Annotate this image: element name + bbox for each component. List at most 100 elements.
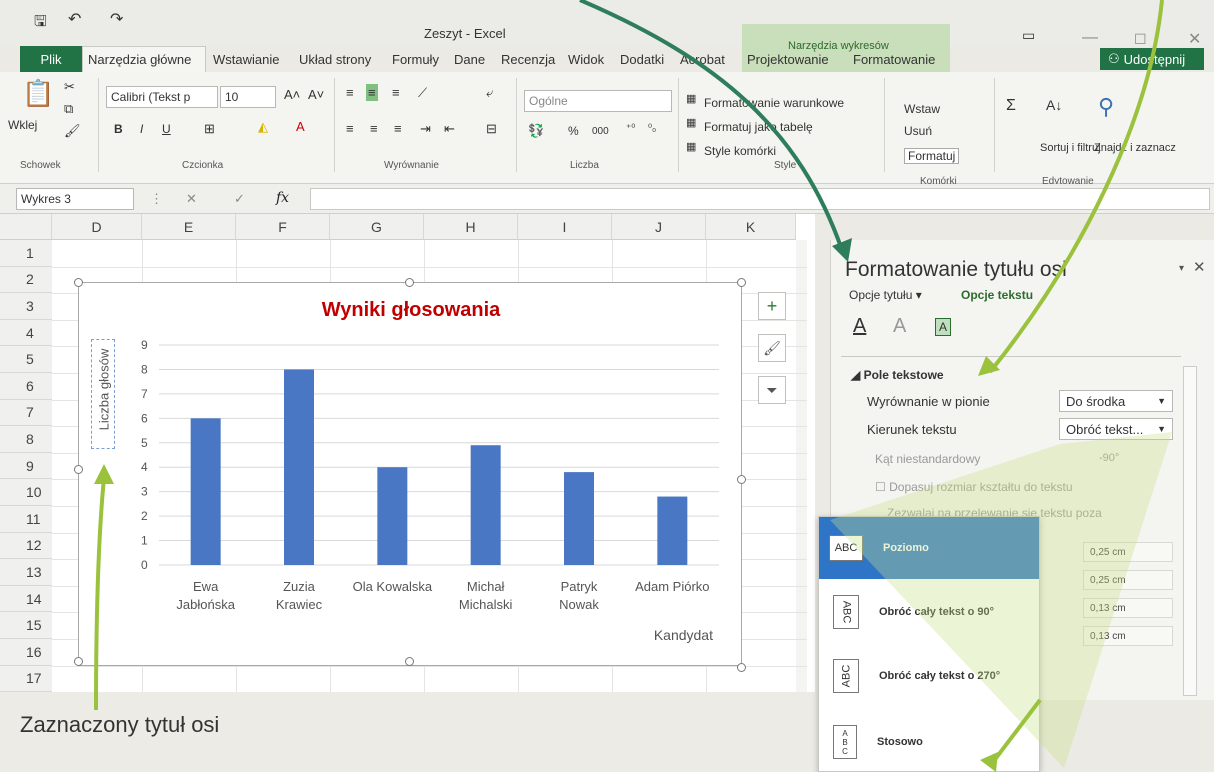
increase-font-icon[interactable]: A˄ bbox=[284, 88, 300, 101]
cancel-icon[interactable]: ✕ bbox=[186, 192, 197, 205]
delete-cells-button[interactable]: Usuń bbox=[904, 124, 932, 138]
pane-close-icon[interactable]: ✕ bbox=[1193, 260, 1206, 275]
row-header[interactable]: 2 bbox=[0, 266, 52, 294]
row-header[interactable]: 12 bbox=[0, 532, 52, 560]
confirm-icon[interactable]: ✓ bbox=[234, 192, 245, 205]
maximize-icon[interactable]: ☐ bbox=[1134, 32, 1147, 46]
section-textbox[interactable]: ◢ Pole tekstowe bbox=[851, 368, 944, 382]
margin-top-input[interactable]: 0,13 cm bbox=[1083, 598, 1173, 618]
row-header[interactable]: 9 bbox=[0, 452, 52, 480]
tab-design[interactable]: Projektowanie bbox=[742, 46, 834, 72]
text-direction-select[interactable]: Obróć tekst... ▼ bbox=[1059, 418, 1173, 440]
thousands-button[interactable]: 000 bbox=[592, 126, 609, 137]
column-header[interactable]: E bbox=[142, 214, 236, 240]
option-horizontal[interactable]: ABC Poziomo bbox=[819, 517, 1039, 579]
find-select-button[interactable]: Znajdź i zaznacz bbox=[1094, 142, 1176, 154]
column-header[interactable]: K bbox=[706, 214, 796, 240]
chart-styles-button[interactable]: 🖌 bbox=[758, 334, 786, 362]
column-header[interactable]: H bbox=[424, 214, 518, 240]
row-header[interactable]: 15 bbox=[0, 612, 52, 639]
autosum-icon[interactable]: Σ bbox=[1006, 98, 1016, 114]
margin-right-input[interactable]: 0,25 cm bbox=[1083, 570, 1173, 590]
paste-button[interactable]: Wklej bbox=[8, 118, 37, 132]
textbox-icon[interactable]: A bbox=[935, 318, 952, 336]
row-header[interactable]: 3 bbox=[0, 293, 52, 320]
borders-icon[interactable]: ⊞ bbox=[204, 122, 215, 135]
sort-filter-icon[interactable]: A↓ bbox=[1046, 98, 1062, 112]
custom-angle-value[interactable]: -90° bbox=[1099, 452, 1119, 464]
tab-addins[interactable]: Dodatki bbox=[615, 46, 669, 72]
bar[interactable] bbox=[470, 445, 501, 565]
align-right-icon[interactable]: ≡ bbox=[394, 122, 402, 135]
align-left-icon[interactable]: ≡ bbox=[346, 122, 354, 135]
percent-button[interactable]: % bbox=[568, 124, 579, 138]
option-rotate-90[interactable]: ABC Obróć cały tekst o 90° bbox=[819, 581, 1039, 643]
option-rotate-270[interactable]: ABC Obróć cały tekst o 270° bbox=[819, 645, 1039, 707]
column-header[interactable]: D bbox=[52, 214, 142, 240]
font-name-select[interactable]: Calibri (Tekst p bbox=[106, 86, 218, 108]
fill-color-icon[interactable]: ◭ bbox=[258, 120, 268, 133]
cell-styles-button[interactable]: Style komórki bbox=[704, 144, 776, 158]
vertical-scrollbar[interactable] bbox=[796, 240, 807, 692]
tab-file[interactable]: Plik bbox=[20, 46, 82, 72]
chart-filters-button[interactable]: ⏷ bbox=[758, 376, 786, 404]
font-size-select[interactable]: 10 bbox=[220, 86, 276, 108]
column-header[interactable]: G bbox=[330, 214, 424, 240]
row-header[interactable]: 13 bbox=[0, 559, 52, 586]
number-format-select[interactable]: Ogólne bbox=[524, 90, 672, 112]
currency-icon[interactable]: 💱 bbox=[528, 124, 544, 137]
pane-options-icon[interactable]: ▾ bbox=[1179, 264, 1184, 274]
ribbon-display-icon[interactable]: ▭ bbox=[1022, 28, 1035, 42]
chart-area[interactable]: Wyniki głosowania Liczba głosów Kandydat… bbox=[74, 278, 746, 672]
tab-acrobat[interactable]: Acrobat bbox=[675, 46, 730, 72]
decrease-font-icon[interactable]: A˅ bbox=[308, 88, 324, 101]
wrap-text-icon[interactable]: ⤶ bbox=[486, 86, 493, 99]
share-button[interactable]: ⚇ Udostępnij bbox=[1100, 48, 1204, 70]
increase-decimal-icon[interactable]: ⁺⁰ bbox=[626, 124, 635, 134]
save-icon[interactable]: 🖫 bbox=[34, 14, 47, 29]
margin-bottom-input[interactable]: 0,13 cm bbox=[1083, 626, 1173, 646]
outdent-icon[interactable]: ⇤ bbox=[444, 122, 455, 135]
redo-icon[interactable]: ↷ bbox=[110, 12, 123, 28]
column-header[interactable]: J bbox=[612, 214, 706, 240]
paste-icon[interactable]: 📋 bbox=[22, 80, 54, 106]
insert-cells-button[interactable]: Wstaw bbox=[904, 102, 940, 116]
italic-button[interactable]: I bbox=[140, 122, 143, 136]
row-header[interactable]: 8 bbox=[0, 426, 52, 453]
vertical-alignment-select[interactable]: Do środka ▼ bbox=[1059, 390, 1173, 412]
format-painter-icon[interactable]: 🖌 bbox=[64, 124, 81, 137]
bar[interactable] bbox=[284, 369, 314, 565]
tab-data[interactable]: Dane bbox=[449, 46, 490, 72]
margin-left-input[interactable]: 0,25 cm bbox=[1083, 542, 1173, 562]
text-effects-icon[interactable]: A bbox=[893, 316, 906, 336]
align-bottom-icon[interactable]: ≡ bbox=[392, 86, 400, 99]
option-stacked[interactable]: ABC Stosowo bbox=[819, 711, 1039, 772]
find-icon[interactable]: ⚲ bbox=[1098, 96, 1114, 118]
bold-button[interactable]: B bbox=[114, 122, 123, 136]
row-header[interactable]: 5 bbox=[0, 346, 52, 373]
sort-filter-button[interactable]: Sortuj i filtruj bbox=[1040, 142, 1101, 154]
align-center-icon[interactable]: ≡ bbox=[370, 122, 378, 135]
format-table-button[interactable]: Formatuj jako tabelę bbox=[704, 120, 813, 134]
format-cells-button[interactable]: Formatuj bbox=[904, 148, 960, 164]
row-header[interactable]: 10 bbox=[0, 479, 52, 506]
row-header[interactable]: 7 bbox=[0, 399, 52, 427]
row-header[interactable]: 4 bbox=[0, 319, 52, 347]
text-fill-icon[interactable]: A bbox=[853, 316, 866, 336]
column-header[interactable]: I bbox=[518, 214, 612, 240]
pane-scrollbar[interactable] bbox=[1183, 366, 1197, 696]
cond-format-button[interactable]: Formatowanie warunkowe bbox=[704, 96, 844, 110]
plot-area[interactable]: 0 1 2 3 4 5 6 7 8 9 Ewa Jabłońska Zuzia Krawiec Ola Ko… bbox=[79, 283, 743, 667]
bar[interactable] bbox=[190, 418, 221, 565]
name-box[interactable]: Wykres 3 bbox=[16, 188, 134, 210]
tab-page-layout[interactable]: Układ strony bbox=[294, 46, 376, 72]
decrease-decimal-icon[interactable]: ⁰₀ bbox=[648, 124, 656, 134]
tab-insert[interactable]: Wstawianie bbox=[208, 46, 284, 72]
row-header[interactable]: 1 bbox=[0, 240, 52, 267]
orientation-icon[interactable]: ⟋ bbox=[418, 86, 427, 99]
align-middle-icon[interactable]: ≡ bbox=[366, 84, 378, 101]
row-header[interactable]: 6 bbox=[0, 373, 52, 400]
row-header[interactable]: 17 bbox=[0, 665, 52, 693]
tab-formulas[interactable]: Formuły bbox=[387, 46, 444, 72]
autofit-checkbox[interactable]: ☐ Dopasuj rozmiar kształtu do tekstu bbox=[875, 480, 1073, 494]
